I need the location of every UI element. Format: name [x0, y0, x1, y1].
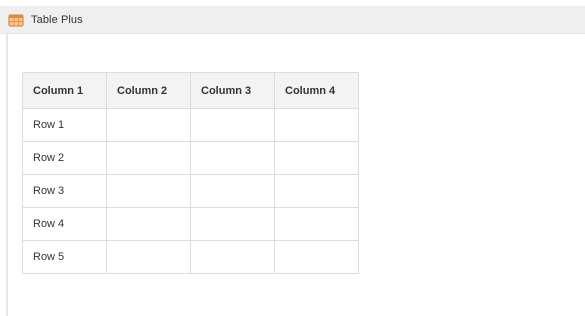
table-row: Row 4 — [22, 207, 359, 241]
table-cell[interactable]: Row 3 — [22, 174, 107, 208]
table-cell[interactable] — [190, 141, 275, 175]
table-cell[interactable]: Row 2 — [22, 141, 107, 175]
table-cell[interactable] — [274, 108, 359, 142]
table-cell[interactable] — [106, 141, 191, 175]
table-row: Row 3 — [22, 174, 359, 208]
table-row: Row 2 — [22, 141, 359, 175]
table-cell[interactable] — [106, 174, 191, 208]
table-row: Row 5 — [22, 240, 359, 274]
table-cell[interactable]: Row 4 — [22, 207, 107, 241]
table-cell[interactable] — [106, 108, 191, 142]
table-cell[interactable] — [274, 207, 359, 241]
data-table: Column 1 Column 2 Column 3 Column 4 Row … — [22, 72, 359, 274]
column-header[interactable]: Column 4 — [274, 72, 359, 109]
title-bar: Table Plus — [0, 6, 585, 34]
table-cell[interactable] — [190, 207, 275, 241]
table-cell[interactable] — [274, 174, 359, 208]
app-window: Table Plus Column 1 Column 2 Column 3 Co… — [0, 0, 585, 316]
left-divider — [6, 34, 8, 316]
column-header[interactable]: Column 1 — [22, 72, 107, 109]
table-cell[interactable]: Row 1 — [22, 108, 107, 142]
table-row: Row 1 — [22, 108, 359, 142]
column-header[interactable]: Column 3 — [190, 72, 275, 109]
table-cell[interactable] — [274, 240, 359, 274]
table-cell[interactable]: Row 5 — [22, 240, 107, 274]
table-cell[interactable] — [106, 240, 191, 274]
window-title: Table Plus — [31, 14, 83, 26]
table-cell[interactable] — [190, 174, 275, 208]
table-header-row: Column 1 Column 2 Column 3 Column 4 — [22, 72, 359, 109]
column-header[interactable]: Column 2 — [106, 72, 191, 109]
table-cell[interactable] — [190, 240, 275, 274]
table-cell[interactable] — [190, 108, 275, 142]
data-table-container: Column 1 Column 2 Column 3 Column 4 Row … — [22, 72, 359, 274]
table-cell[interactable] — [274, 141, 359, 175]
table-cell[interactable] — [106, 207, 191, 241]
table-app-icon — [8, 12, 24, 28]
